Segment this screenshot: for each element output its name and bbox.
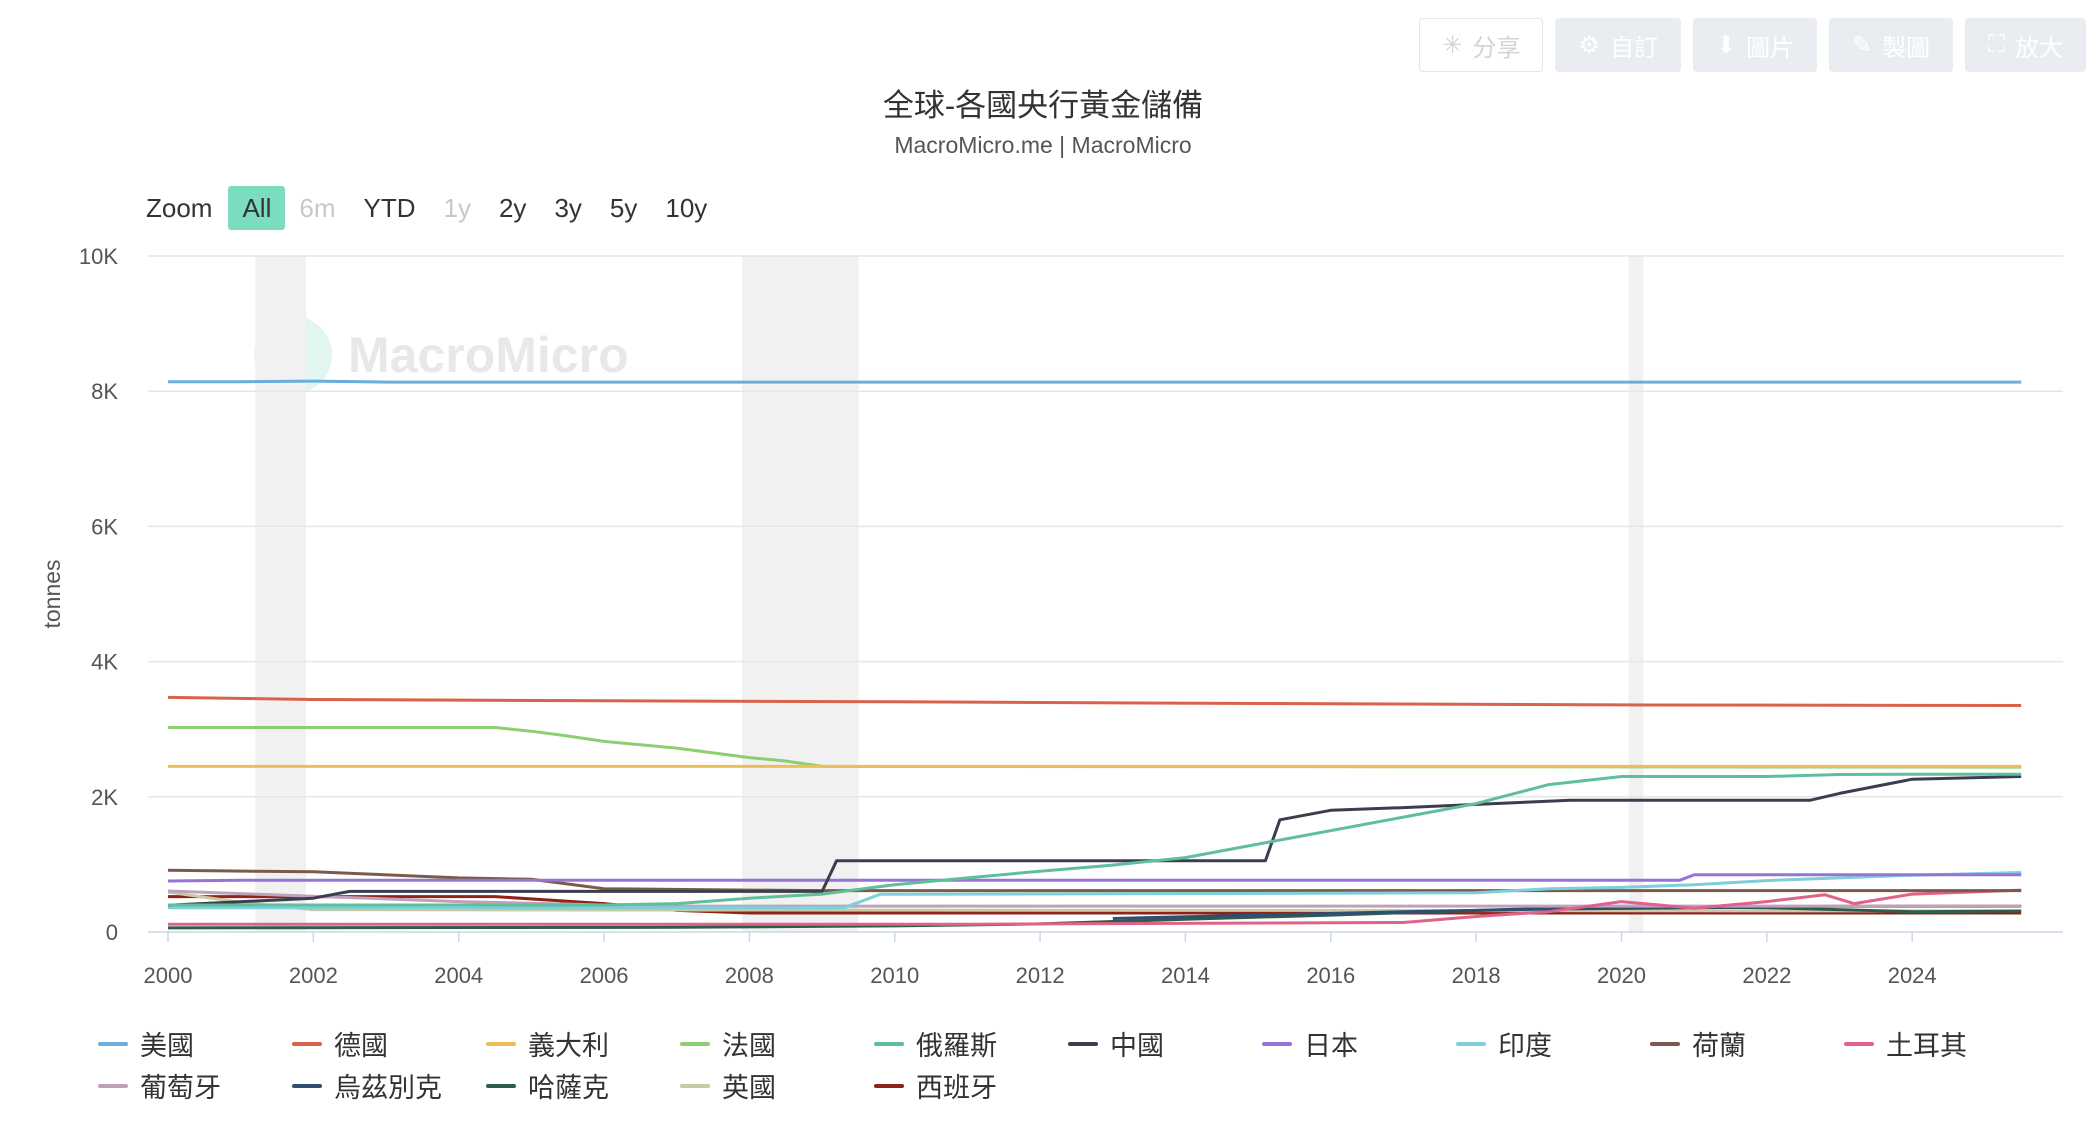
x-tick-label: 2010 (870, 963, 919, 988)
legend-label: 日本 (1304, 1031, 1358, 1061)
legend-label: 荷蘭 (1692, 1031, 1746, 1061)
y-axis-label: tonnes (39, 559, 65, 628)
x-tick-label: 2012 (1016, 963, 1065, 988)
legend-swatch (98, 1083, 128, 1088)
legend-label: 哈薩克 (528, 1073, 609, 1103)
legend-item[interactable]: 烏茲別克 (292, 1066, 442, 1105)
y-tick-label: 0 (106, 920, 118, 945)
legend-item[interactable]: 英國 (680, 1066, 776, 1105)
x-tick-label: 2018 (1452, 963, 1501, 988)
x-tick-label: 2024 (1888, 963, 1937, 988)
x-tick-label: 2020 (1597, 963, 1646, 988)
legend-label: 義大利 (528, 1031, 609, 1061)
series-line (168, 726, 2022, 769)
legend-label: 西班牙 (916, 1073, 997, 1103)
legend-swatch (680, 1083, 710, 1088)
legend-item[interactable]: 哈薩克 (486, 1066, 609, 1105)
legend-item[interactable]: 法國 (680, 1024, 776, 1063)
legend-swatch (874, 1083, 904, 1088)
series-line (167, 775, 2022, 907)
legend-label: 俄羅斯 (916, 1031, 997, 1061)
legend-label: 德國 (334, 1031, 388, 1061)
x-tick-label: 2006 (580, 963, 629, 988)
legend-item[interactable]: 中國 (1068, 1024, 1164, 1063)
recession-band (742, 256, 859, 932)
recession-band (1628, 256, 1644, 932)
x-tick-label: 2022 (1742, 963, 1791, 988)
y-tick-label: 6K (91, 514, 118, 539)
legend-swatch (680, 1041, 710, 1046)
line-chart: 0 2K 4K 6K 8K 10K 2000 2002 2004 2006 2008 2010 2012… (39, 244, 2063, 988)
legend-item[interactable]: 印度 (1456, 1024, 1552, 1063)
recession-band (255, 256, 307, 932)
y-tick-label: 2K (91, 785, 118, 810)
legend-item[interactable]: 俄羅斯 (874, 1024, 997, 1063)
legend-swatch (292, 1041, 322, 1046)
legend-swatch (1650, 1041, 1680, 1046)
series-line (168, 379, 2022, 384)
legend-label: 烏茲別克 (334, 1073, 442, 1103)
legend-item[interactable]: 日本 (1262, 1024, 1358, 1063)
legend-label: 印度 (1498, 1031, 1552, 1061)
legend-swatch (486, 1041, 516, 1046)
legend-item[interactable]: 土耳其 (1844, 1024, 1967, 1063)
legend-item[interactable]: 西班牙 (874, 1066, 997, 1105)
legend-swatch (1844, 1041, 1874, 1046)
x-tick-label: 2008 (725, 963, 774, 988)
legend-label: 法國 (722, 1031, 776, 1061)
y-tick-label: 10K (79, 244, 118, 269)
legend-swatch (292, 1083, 322, 1088)
legend-swatch (98, 1041, 128, 1046)
legend-swatch (1068, 1041, 1098, 1046)
legend-item[interactable]: 荷蘭 (1650, 1024, 1746, 1063)
y-tick-label: 4K (91, 650, 118, 675)
series-line (168, 772, 2022, 907)
x-tick-label: 2016 (1306, 963, 1355, 988)
legend-item[interactable]: 美國 (98, 1024, 194, 1063)
legend-swatch (1456, 1041, 1486, 1046)
legend-label: 中國 (1110, 1031, 1164, 1061)
legend-swatch (486, 1083, 516, 1088)
legend-label: 土耳其 (1886, 1031, 1967, 1061)
x-tick-label: 2004 (434, 963, 483, 988)
legend-swatch (1262, 1041, 1292, 1046)
legend-item[interactable]: 義大利 (486, 1024, 609, 1063)
y-tick-label: 8K (91, 379, 118, 404)
legend-label: 美國 (140, 1031, 194, 1061)
legend-swatch (874, 1041, 904, 1046)
x-tick-label: 2002 (289, 963, 338, 988)
legend-label: 葡萄牙 (140, 1073, 221, 1103)
legend-item[interactable]: 葡萄牙 (98, 1066, 221, 1105)
x-tick-label: 2014 (1161, 963, 1210, 988)
x-tick-label: 2000 (144, 963, 193, 988)
series-line (167, 695, 2022, 707)
legend-label: 英國 (722, 1073, 776, 1103)
legend-item[interactable]: 德國 (292, 1024, 388, 1063)
